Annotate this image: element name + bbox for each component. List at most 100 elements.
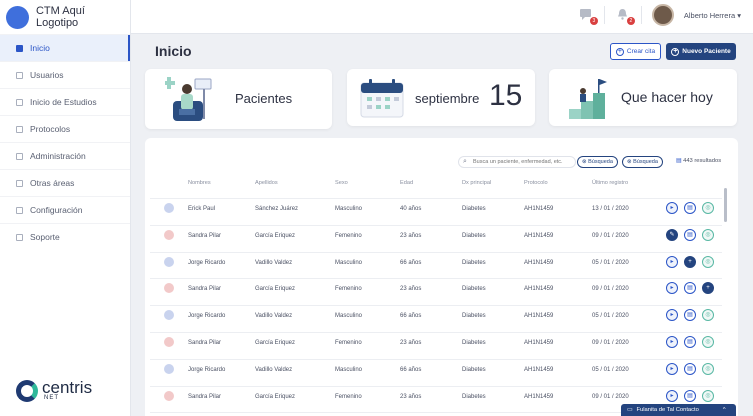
row-divider [150, 278, 722, 280]
page-title: Inicio [155, 43, 192, 59]
create-appointment-button[interactable]: + Crear cita [610, 43, 661, 60]
folder-icon: ▸ [670, 339, 674, 345]
more-button[interactable]: ◎ [702, 255, 714, 268]
page-icon [16, 152, 23, 160]
table-cell: AH1N1459 [524, 313, 554, 320]
sidebar-item-inicio-de-estudios[interactable]: Inicio de Estudios [0, 88, 130, 115]
document-icon: ▤ [687, 285, 693, 292]
document-icon: ▤ [687, 231, 693, 238]
patient-avatar-icon [164, 229, 174, 240]
notifications-icon[interactable]: 2 [615, 8, 635, 25]
sidebar-item-usuarios[interactable]: Usuarios [0, 61, 130, 88]
todo-card[interactable]: Que hacer hoy [549, 69, 737, 126]
brand-name: CTM Aquí Logotipo [35, 5, 85, 29]
sidebar-item-protocolos[interactable]: Protocolos [0, 115, 130, 142]
table-cell: Masculino [335, 259, 363, 266]
calendar-icon [360, 79, 404, 118]
notes-button[interactable]: ▤ [684, 202, 696, 214]
document-icon: ▤ [687, 392, 693, 399]
patient-avatar-icon [164, 256, 174, 267]
table-scrollbar[interactable] [724, 188, 727, 222]
sidebar-item-inicio[interactable]: Inicio [0, 34, 130, 61]
column-header-sexo[interactable]: Sexo [335, 180, 348, 186]
new-patient-label: Nuevo Paciente [682, 48, 731, 55]
new-patient-button[interactable]: + Nuevo Paciente [666, 43, 736, 60]
document-icon: ▤ [687, 365, 693, 372]
row-divider [150, 198, 722, 199]
sidebar-item-configuracion[interactable]: Configuración [0, 196, 130, 223]
sidebar-item-label: Protocolos [30, 124, 71, 134]
folder-icon: ▸ [670, 205, 674, 211]
calendar-card[interactable]: septiembre 15 [347, 69, 535, 126]
view-button[interactable]: ▸ [666, 255, 678, 268]
search-filter-chip[interactable]: ⊗ Búsqueda [577, 156, 618, 168]
notes-button[interactable]: ▤ [684, 228, 696, 241]
column-header-edad[interactable]: Edad [400, 180, 413, 186]
notes-button[interactable]: + [684, 255, 696, 268]
column-header-nombres[interactable]: Nombres [188, 180, 211, 186]
table-cell: Sandra Pilar [188, 232, 222, 239]
target-icon: ◎ [705, 339, 711, 345]
sidebar-item-label: Administración [30, 151, 86, 161]
table-cell: Diabetes [462, 286, 486, 293]
table-cell: Femenino [335, 393, 362, 400]
table-cell: 09 / 01 / 2020 [592, 393, 629, 400]
chat-icon: ▭ [627, 407, 633, 413]
notes-button[interactable]: ▤ [684, 362, 696, 375]
table-cell: 66 años [400, 313, 422, 320]
table-cell: AH1N1459 [524, 340, 554, 346]
document-icon: + [688, 258, 692, 265]
table-cell: Vadillo Valdez [255, 259, 293, 266]
view-button[interactable]: ▸ [666, 362, 678, 375]
column-header-ultimo-registro[interactable]: Último registro [592, 180, 628, 186]
chat-bar[interactable]: ▭ Fulanita de Tal Contacto ^ [621, 404, 736, 416]
table-cell: AH1N1459 [524, 393, 554, 400]
sidebar-item-soporte[interactable]: Soporte [0, 223, 130, 250]
table-cell: 09 / 01 / 2020 [592, 340, 629, 346]
row-divider [150, 305, 722, 307]
table-cell: 05 / 01 / 2020 [592, 366, 629, 373]
patient-illustration-icon [165, 77, 212, 121]
folder-icon: ▸ [670, 312, 674, 319]
more-button[interactable]: ◎ [702, 202, 714, 214]
brand-logo[interactable]: CTM Aquí Logotipo [0, 0, 130, 34]
target-icon: ◎ [705, 231, 711, 238]
sidebar-item-administracion[interactable]: Administración [0, 142, 130, 169]
column-header-apellidos[interactable]: Apellidos [255, 180, 278, 186]
more-button[interactable]: ◎ [702, 228, 714, 241]
user-avatar[interactable] [651, 4, 674, 26]
more-button[interactable]: ◎ [702, 336, 714, 348]
row-divider [150, 332, 722, 333]
more-button[interactable]: ◎ [702, 362, 714, 375]
table-cell: Sandra Pilar [188, 286, 222, 293]
notes-button[interactable]: ▤ [684, 389, 696, 402]
view-button[interactable]: ▸ [666, 389, 678, 402]
view-button[interactable]: ▸ [666, 202, 678, 214]
sidebar-item-otras-areas[interactable]: Otras áreas [0, 169, 130, 196]
table-cell: Diabetes [462, 232, 486, 239]
table-cell: 40 años [400, 206, 422, 212]
table-cell: Diabetes [462, 393, 486, 400]
table-cell: 09 / 01 / 2020 [592, 232, 629, 239]
folder-icon: ▸ [670, 392, 674, 399]
search-input[interactable] [458, 156, 576, 168]
view-button[interactable]: ✎ [666, 228, 678, 241]
search-filter-chip[interactable]: ⊗ Búsqueda [622, 156, 663, 168]
patients-card[interactable]: Pacientes [145, 69, 332, 129]
results-label: 443 resultados [683, 158, 722, 164]
table-cell: AH1N1459 [524, 206, 554, 212]
column-header-protocolo[interactable]: Protocolo [524, 180, 548, 186]
folder-icon: ▸ [670, 285, 674, 292]
table-cell: Masculino [335, 366, 363, 373]
more-button[interactable]: ◎ [702, 389, 714, 402]
messages-icon[interactable]: 3 [578, 8, 598, 25]
target-icon: ◎ [705, 312, 711, 319]
sidebar-item-label: Inicio [30, 43, 50, 53]
target-icon: ◎ [705, 205, 711, 211]
target-icon: + [706, 285, 710, 292]
column-header-dx[interactable]: Dx principal [462, 180, 491, 186]
notes-button[interactable]: ▤ [684, 336, 696, 348]
view-button[interactable]: ▸ [666, 336, 678, 348]
page-icon [16, 44, 23, 52]
user-menu[interactable]: Alberto Herrera ▾ [684, 11, 741, 20]
